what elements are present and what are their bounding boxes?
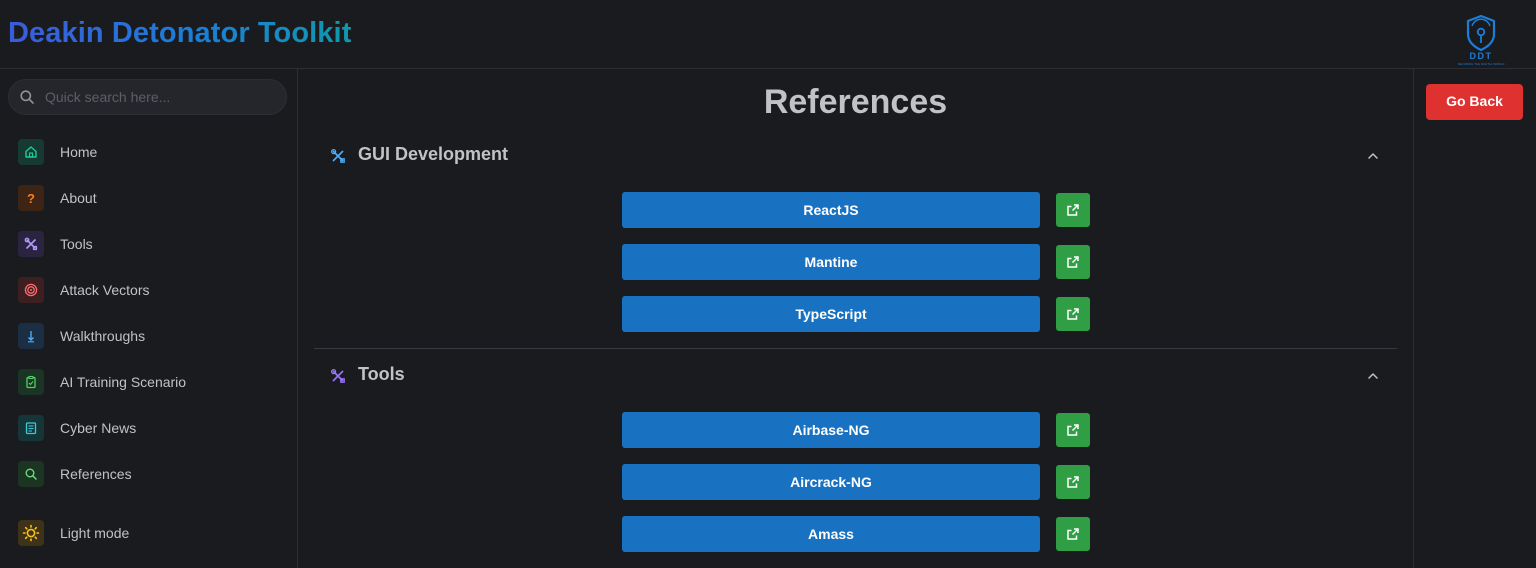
sidebar-item-attack-vectors[interactable]: Attack Vectors <box>8 270 288 310</box>
app-header: Deakin Detonator Toolkit DDT SECURING TH… <box>0 0 1536 69</box>
sidebar-item-cyber-news[interactable]: Cyber News <box>8 408 288 448</box>
external-link-button[interactable] <box>1056 465 1090 499</box>
sidebar-item-about[interactable]: ? About <box>8 178 288 218</box>
question-icon: ? <box>18 185 44 211</box>
chevron-up-icon[interactable] <box>1365 368 1381 384</box>
external-link-button[interactable] <box>1056 245 1090 279</box>
tools-icon <box>18 231 44 257</box>
reference-button-mantine[interactable]: Mantine <box>622 244 1040 280</box>
sidebar-item-label: About <box>60 190 97 206</box>
section-divider <box>314 348 1397 349</box>
sidebar-item-label: References <box>60 466 132 482</box>
sidebar-item-ai-training-scenario[interactable]: AI Training Scenario <box>8 362 288 402</box>
reference-button-amass[interactable]: Amass <box>622 516 1040 552</box>
clipboard-icon <box>18 369 44 395</box>
arrow-down-icon <box>18 323 44 349</box>
reference-button-reactjs[interactable]: ReactJS <box>622 192 1040 228</box>
sidebar-item-label: Walkthroughs <box>60 328 146 344</box>
sidebar: Home ? About Tools Attack Vectors Walkth… <box>0 69 298 568</box>
reference-button-airbase-ng[interactable]: Airbase-NG <box>622 412 1040 448</box>
external-link-icon <box>1067 476 1079 488</box>
external-link-icon <box>1067 204 1079 216</box>
sidebar-item-label: AI Training Scenario <box>60 374 187 390</box>
quick-search[interactable] <box>8 79 287 115</box>
logo-text: DDT <box>1470 51 1493 61</box>
section-header-gui-development[interactable]: GUI Development <box>314 136 1397 176</box>
sidebar-item-label: Cyber News <box>60 420 137 436</box>
tools-icon <box>330 148 345 163</box>
external-link-button[interactable] <box>1056 517 1090 551</box>
search-icon <box>20 90 34 104</box>
theme-toggle-light-mode[interactable]: Light mode <box>8 513 288 553</box>
sidebar-item-references[interactable]: References <box>8 454 288 494</box>
chevron-up-icon[interactable] <box>1365 148 1381 164</box>
section-title: GUI Development <box>358 144 509 164</box>
external-link-icon <box>1067 528 1079 540</box>
page-title: References <box>763 83 948 121</box>
home-icon <box>18 139 44 165</box>
sidebar-item-label: Home <box>60 144 98 160</box>
sidebar-item-tools[interactable]: Tools <box>8 224 288 264</box>
tools-icon <box>330 368 345 383</box>
sidebar-item-label: Tools <box>60 236 93 252</box>
external-link-button[interactable] <box>1056 193 1090 227</box>
external-link-icon <box>1067 424 1079 436</box>
go-back-button[interactable]: Go Back <box>1426 84 1523 120</box>
ddt-logo: DDT SECURING THE DIGITAL WORLD <box>1448 12 1514 66</box>
external-link-icon <box>1067 308 1079 320</box>
sidebar-item-label: Attack Vectors <box>60 282 150 298</box>
external-link-button[interactable] <box>1056 297 1090 331</box>
reference-button-aircrack-ng[interactable]: Aircrack-NG <box>622 464 1040 500</box>
external-link-button[interactable] <box>1056 413 1090 447</box>
right-aside: Go Back <box>1413 69 1536 568</box>
sidebar-item-label: Light mode <box>60 525 130 541</box>
search-icon <box>18 461 44 487</box>
logo-tagline: SECURING THE DIGITAL WORLD <box>1458 62 1506 66</box>
reference-button-typescript[interactable]: TypeScript <box>622 296 1040 332</box>
external-link-icon <box>1067 256 1079 268</box>
target-icon <box>18 277 44 303</box>
sun-icon <box>18 520 44 546</box>
app-title: Deakin Detonator Toolkit <box>8 17 352 49</box>
search-input[interactable] <box>45 80 281 114</box>
sidebar-item-walkthroughs[interactable]: Walkthroughs <box>8 316 288 356</box>
news-icon <box>18 415 44 441</box>
section-header-tools[interactable]: Tools <box>314 356 1397 396</box>
sidebar-item-home[interactable]: Home <box>8 132 288 172</box>
section-title: Tools <box>358 364 405 384</box>
main-content: References GUI Development ReactJS Manti… <box>298 69 1413 568</box>
